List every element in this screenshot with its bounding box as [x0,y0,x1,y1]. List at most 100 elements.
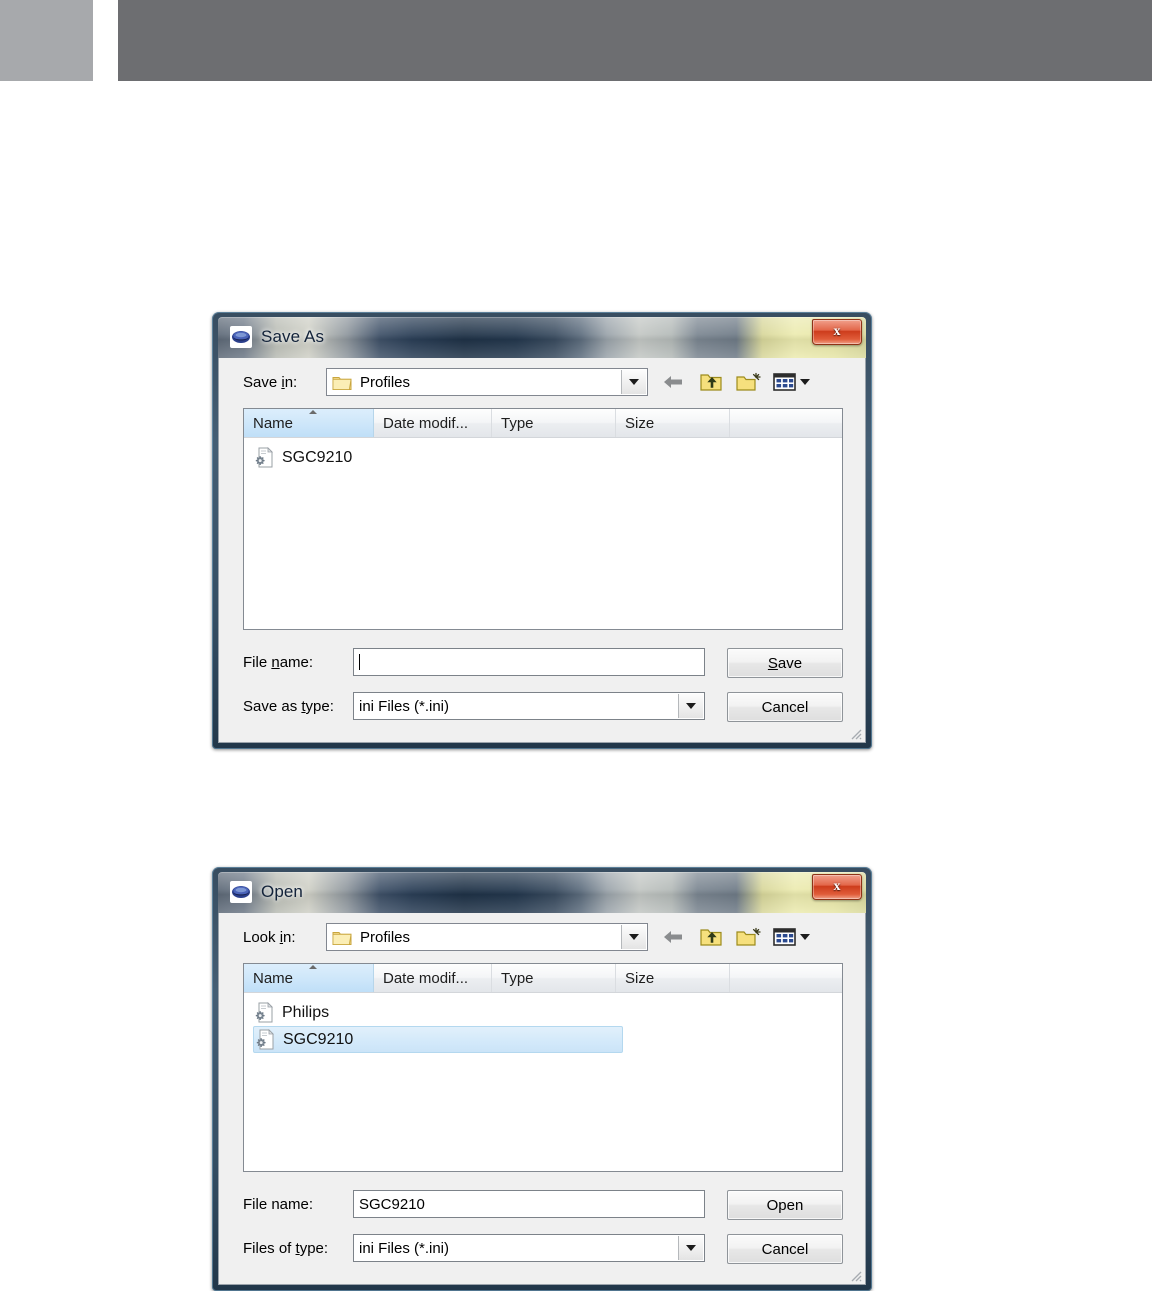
list-item[interactable]: SGC9210 [253,1026,623,1053]
header-left-block [0,0,93,81]
file-name-value: SGC9210 [359,1195,425,1213]
column-header-label: Name [253,969,294,987]
close-label: x [833,879,841,894]
folder-icon [332,931,352,945]
column-header-size[interactable]: Size [616,964,730,992]
sort-ascending-icon [308,410,317,414]
navigation-row: Look in: Profiles [219,923,865,953]
column-header-label: Date modif... [383,414,469,432]
files-of-type-label: Files of type: [243,1240,329,1257]
column-header-date-modified[interactable]: Date modif... [374,409,492,437]
file-name-input[interactable] [353,648,705,676]
file-name-label: File name: [243,654,314,671]
close-icon[interactable]: x [812,874,862,900]
save-as-type-value: ini Files (*.ini) [359,697,450,715]
nav-toolbar [659,924,810,950]
sort-ascending-icon [308,965,317,969]
look-in-label: Look in: [243,929,296,946]
title-bar-glass [218,872,866,913]
file-rows: SGC9210 [244,438,842,471]
navigation-row: Save in: Profiles [219,368,865,398]
header-band [118,0,1152,81]
chevron-down-icon[interactable] [621,370,646,394]
file-name-input[interactable]: SGC9210 [353,1190,705,1218]
list-item[interactable]: SGC9210 [244,444,842,471]
new-folder-icon[interactable] [735,369,763,395]
column-header-label: Size [625,969,655,987]
file-name-row: File name: Save [243,648,843,678]
column-header-name[interactable]: Name [244,409,374,437]
title-bar[interactable]: Save As x [218,317,866,359]
save-as-type-combobox[interactable]: ini Files (*.ini) [353,692,705,720]
column-header-size[interactable]: Size [616,409,730,437]
column-header-label: Size [625,414,655,432]
save-as-type-label: Save as type: [243,698,334,715]
open-button[interactable]: Open [727,1190,843,1220]
views-icon[interactable] [773,369,810,395]
look-in-value: Profiles [360,928,411,946]
file-list[interactable]: Name Date modif... Type Size [243,408,843,630]
column-header-label: Date modif... [383,969,469,987]
ini-file-icon [255,1002,273,1023]
resize-grip-icon[interactable] [848,726,862,740]
text-cursor [359,654,360,670]
column-header-name[interactable]: Name [244,964,374,992]
resize-grip-icon[interactable] [848,1268,862,1282]
column-header-type[interactable]: Type [492,964,616,992]
philips-oval-icon [230,881,252,903]
file-name-label: File name: [243,1196,314,1213]
nav-toolbar [659,369,810,395]
file-name-label: Philips [282,1003,330,1021]
back-arrow-icon[interactable] [659,369,687,395]
column-header-label: Type [501,969,534,987]
philips-oval-icon [230,326,252,348]
cancel-button[interactable]: Cancel [727,692,843,722]
save-as-type-row: Save as type: ini Files (*.ini) Cancel [243,692,843,722]
views-chevron-down-icon [800,379,810,385]
new-folder-icon[interactable] [735,924,763,950]
look-in-combobox[interactable]: Profiles [326,923,648,951]
file-rows: Philips SGC9210 [244,993,842,1053]
dialog-title: Open [261,882,303,901]
close-icon[interactable]: x [812,319,862,345]
dialog-body: Save in: Profiles Name Date modif... Typ… [218,358,866,743]
file-name-label: SGC9210 [283,1030,354,1048]
save-as-dialog: Save As x Save in: Profiles Name Date mo… [212,312,872,749]
column-header-row: Name Date modif... Type Size [244,964,842,993]
files-of-type-combobox[interactable]: ini Files (*.ini) [353,1234,705,1262]
ini-file-icon [256,1029,274,1050]
up-folder-icon[interactable] [697,924,725,950]
save-button[interactable]: Save [727,648,843,678]
close-label: x [833,324,841,339]
chevron-down-icon[interactable] [678,1236,703,1260]
list-item[interactable]: Philips [244,999,842,1026]
files-of-type-row: Files of type: ini Files (*.ini) Cancel [243,1234,843,1264]
title-bar[interactable]: Open x [218,872,866,914]
views-icon[interactable] [773,924,810,950]
file-name-row: File name: SGC9210 Open [243,1190,843,1220]
folder-icon [332,376,352,390]
column-header-date-modified[interactable]: Date modif... [374,964,492,992]
column-header-filler [730,964,842,992]
back-arrow-icon[interactable] [659,924,687,950]
cancel-button[interactable]: Cancel [727,1234,843,1264]
column-header-filler [730,409,842,437]
save-in-combobox[interactable]: Profiles [326,368,648,396]
save-in-value: Profiles [360,373,411,391]
column-header-label: Type [501,414,534,432]
column-header-label: Name [253,414,294,432]
ini-file-icon [255,447,273,468]
column-header-type[interactable]: Type [492,409,616,437]
file-list[interactable]: Name Date modif... Type Size [243,963,843,1172]
dialog-body: Look in: Profiles Name Date modif... Typ… [218,913,866,1285]
chevron-down-icon[interactable] [621,925,646,949]
files-of-type-value: ini Files (*.ini) [359,1239,450,1257]
open-dialog: Open x Look in: Profiles Name Date modif… [212,867,872,1291]
column-header-row: Name Date modif... Type Size [244,409,842,438]
views-chevron-down-icon [800,934,810,940]
save-in-label: Save in: [243,374,298,391]
up-folder-icon[interactable] [697,369,725,395]
file-name-label: SGC9210 [282,448,353,466]
chevron-down-icon[interactable] [678,694,703,718]
dialog-title: Save As [261,327,325,346]
